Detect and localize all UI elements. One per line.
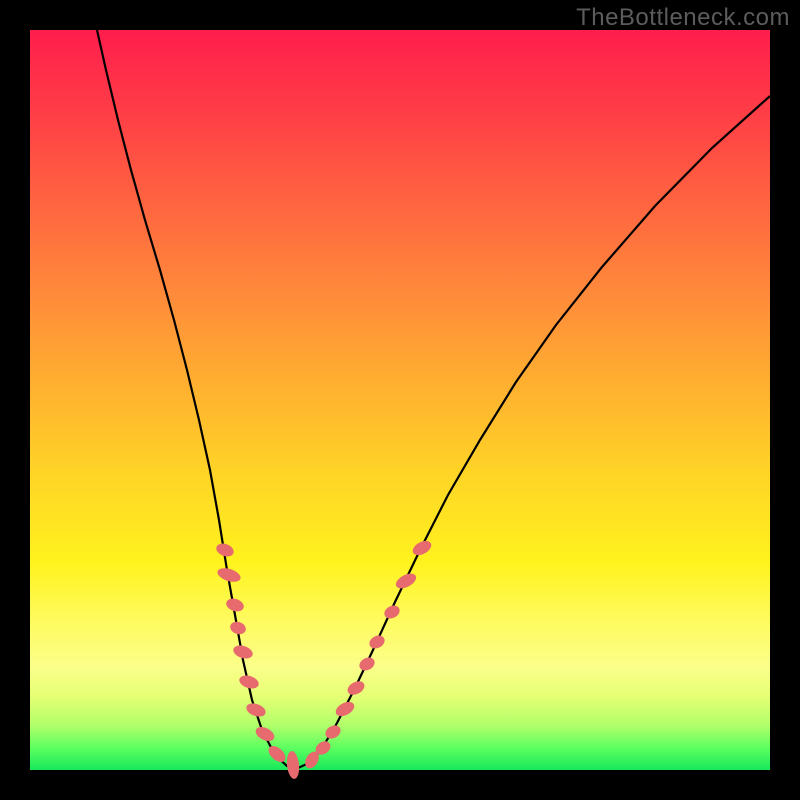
marker-layer [214,538,433,780]
curve-marker [393,571,418,592]
curve-marker [238,673,261,691]
curve-marker [253,724,276,744]
curve-marker [357,655,377,673]
curve-marker [266,743,289,765]
watermark-text: TheBottleneck.com [576,4,790,32]
curve-marker [333,699,356,719]
curve-marker [367,633,387,651]
curve-marker [382,603,402,621]
bottleneck-curve [97,30,770,768]
curve-marker [214,541,235,558]
curve-marker [225,597,246,614]
curve-marker [245,701,268,719]
curve-marker [232,643,255,661]
curve-marker [345,678,367,697]
curve-marker [323,723,343,741]
curve-layer [30,30,770,770]
curve-marker [229,620,248,636]
curve-marker [286,750,301,779]
chart-frame: TheBottleneck.com [0,0,800,800]
curve-marker [410,538,433,558]
